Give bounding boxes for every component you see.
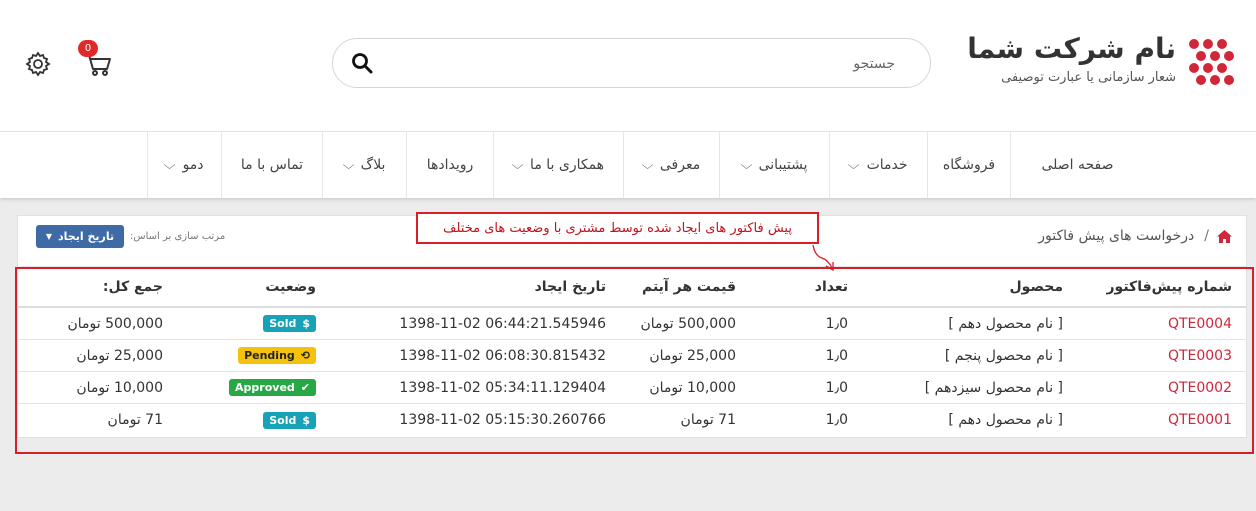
breadcrumb: / درخواست های پیش فاکتور [1038, 228, 1232, 244]
nav-item-label: بلاگ [360, 157, 386, 173]
nav-item-services[interactable]: خدمات ⌵ [829, 132, 927, 198]
nav-item-shop[interactable]: فروشگاه [927, 132, 1010, 198]
logo-subtitle: شعار سازمانی یا عبارت توصیفی [1001, 70, 1176, 85]
logo-mark-icon [1189, 39, 1234, 85]
chevron-down-icon: ⌵ [511, 157, 524, 172]
breadcrumb-current: درخواست های پیش فاکتور [1038, 228, 1195, 244]
annotation-highlight-box [15, 267, 1254, 454]
search-bar [332, 38, 931, 88]
sort-label: مرتب سازی بر اساس: [130, 231, 226, 242]
search-icon[interactable] [351, 52, 373, 74]
nav-item-blog[interactable]: بلاگ ⌵ [322, 132, 406, 198]
chevron-down-icon: ⌵ [342, 157, 355, 172]
gear-icon[interactable] [24, 50, 52, 78]
nav-item-events[interactable]: رویدادها [406, 132, 493, 198]
logo-title: نام شرکت شما [967, 32, 1176, 65]
annotation-label: پیش فاکتور های ایجاد شده توسط مشتری با و… [416, 212, 819, 244]
nav-item-demo[interactable]: دمو ⌵ [147, 132, 221, 198]
nav-item-label: پشتیبانی [758, 157, 808, 173]
nav-item-label: دمو [182, 157, 204, 173]
main-nav: صفحه اصلی فروشگاه خدمات ⌵ پشتیبانی ⌵ معرفی… [0, 131, 1256, 198]
nav-item-label: معرفی [659, 157, 701, 173]
nav-item-label: خدمات [866, 157, 908, 173]
nav-item-label: تماس با ما [240, 157, 304, 173]
nav-item-label: همکاری با ما [530, 157, 605, 173]
sort-dropdown-button[interactable]: تاریخ ایجاد ▼ [36, 225, 124, 248]
nav-item-contact[interactable]: تماس با ما [221, 132, 322, 198]
nav-item-home[interactable]: صفحه اصلی [1010, 132, 1144, 198]
annotation-arrow-icon [812, 244, 834, 272]
cart-count-badge: 0 [78, 40, 98, 57]
nav-item-support[interactable]: پشتیبانی ⌵ [719, 132, 829, 198]
chevron-down-icon: ⌵ [641, 157, 654, 172]
home-icon[interactable] [1217, 229, 1232, 243]
nav-item-about[interactable]: معرفی ⌵ [623, 132, 719, 198]
nav-item-label: صفحه اصلی [1041, 157, 1114, 173]
nav-item-label: فروشگاه [942, 157, 996, 173]
chevron-down-icon: ⌵ [164, 157, 176, 172]
sort-button-label: تاریخ ایجاد [58, 230, 115, 243]
nav-item-label: رویدادها [426, 157, 474, 173]
breadcrumb-separator: / [1204, 228, 1209, 244]
nav-item-careers[interactable]: همکاری با ما ⌵ [493, 132, 623, 198]
site-header: 0 نام شرکت شما شعار سازمانی یا عبارت توص… [0, 0, 1256, 131]
chevron-down-icon: ⌵ [848, 157, 860, 172]
company-logo[interactable]: نام شرکت شما شعار سازمانی یا عبارت توصیف… [967, 30, 1248, 92]
caret-down-icon: ▼ [45, 232, 53, 241]
search-input[interactable] [383, 51, 895, 77]
chevron-down-icon: ⌵ [740, 157, 752, 172]
